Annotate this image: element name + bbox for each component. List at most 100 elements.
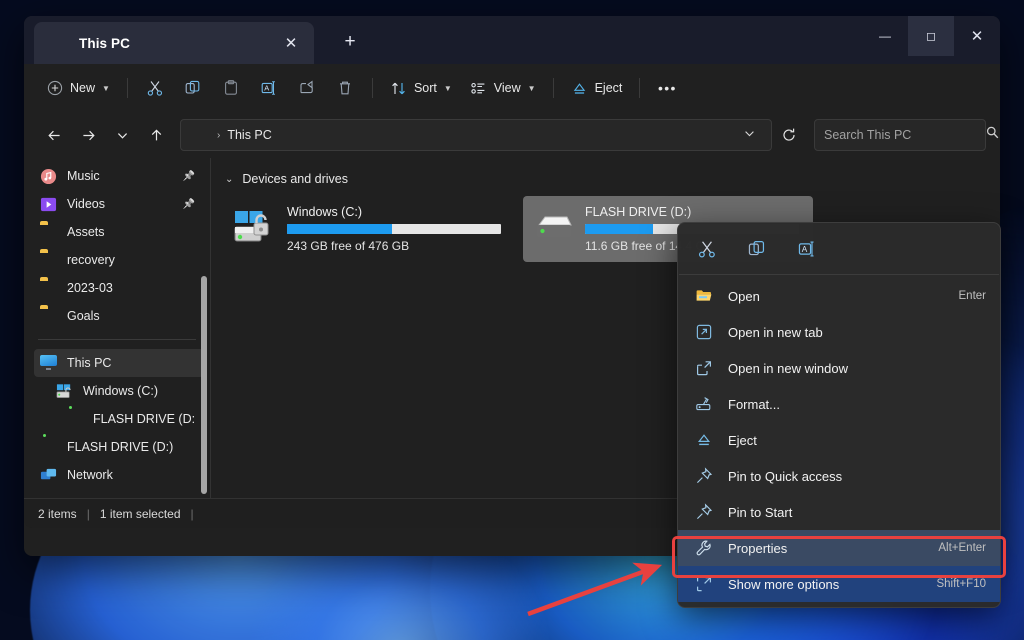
view-list-icon (470, 80, 487, 97)
context-menu-item-properties[interactable]: PropertiesAlt+Enter (678, 530, 1000, 566)
share-button[interactable] (288, 72, 326, 104)
rename-button[interactable]: A (250, 72, 288, 104)
sidebar-item-2023-03[interactable]: 2023-03 (34, 274, 204, 302)
context-menu-item-open-in-new-tab[interactable]: Open in new tab (678, 314, 1000, 350)
sidebar-item-label: Windows (C:) (83, 384, 158, 398)
refresh-button[interactable] (774, 119, 804, 151)
folder-icon (40, 252, 58, 268)
sort-arrows-icon (390, 80, 407, 97)
sidebar-item-videos[interactable]: Videos📌 (34, 190, 204, 218)
drive-tile[interactable]: Windows (C:)243 GB free of 476 GB (225, 196, 515, 262)
sidebar-item-windows-c[interactable]: Windows (C:) (34, 377, 204, 405)
copy-button[interactable] (174, 72, 212, 104)
toolbar-divider (553, 78, 554, 98)
drive-icon (531, 209, 575, 249)
status-separator: | (87, 507, 90, 521)
drive-capacity-label: 243 GB free of 476 GB (287, 239, 507, 253)
eject-button[interactable]: Eject (562, 72, 632, 104)
chevron-down-icon: ▼ (102, 84, 110, 93)
sidebar-item-flash-drive-d[interactable]: FLASH DRIVE (D:) (34, 433, 204, 461)
svg-text:A: A (802, 245, 808, 254)
chevron-down-icon[interactable] (734, 127, 765, 143)
forward-button[interactable] (72, 119, 104, 151)
sidebar-item-label: FLASH DRIVE (D: (93, 412, 195, 426)
sidebar-item-flash-drive-d[interactable]: FLASH DRIVE (D: (34, 405, 204, 433)
breadcrumb-this-pc[interactable]: This PC (227, 128, 271, 142)
paste-button[interactable] (212, 72, 250, 104)
new-tab-icon (694, 322, 714, 342)
context-menu-item-show-more-options[interactable]: Show more optionsShift+F10 (678, 566, 1000, 602)
eject-label: Eject (595, 81, 623, 95)
sort-label: Sort (414, 81, 437, 95)
tab-this-pc[interactable]: This PC ✕ (34, 22, 314, 64)
rename-icon[interactable]: A (794, 236, 820, 262)
selection-label: 1 item selected (100, 507, 181, 521)
delete-button[interactable] (326, 72, 364, 104)
cut-button[interactable] (136, 72, 174, 104)
back-button[interactable] (38, 119, 70, 151)
recent-locations-button[interactable] (106, 119, 138, 151)
view-label: View (494, 81, 521, 95)
close-window-button[interactable]: ✕ (954, 16, 1000, 56)
context-menu-item-pin-to-quick-access[interactable]: Pin to Quick access (678, 458, 1000, 494)
context-menu-item-label: Open in new window (728, 361, 972, 376)
pin-icon[interactable]: 📌 (183, 171, 195, 182)
search-icon[interactable] (985, 125, 1000, 145)
capacity-bar (287, 224, 501, 234)
sidebar-item-label: 2023-03 (67, 281, 113, 295)
context-menu-item-pin-to-start[interactable]: Pin to Start (678, 494, 1000, 530)
context-menu-item-shortcut: Alt+Enter (938, 542, 986, 554)
sidebar-item-recovery[interactable]: recovery (34, 246, 204, 274)
more-options-button[interactable]: ••• (648, 72, 686, 104)
chevron-down-icon: ▼ (444, 84, 452, 93)
folder-open-icon (694, 286, 714, 306)
network-icon (40, 467, 58, 483)
context-menu-item-format[interactable]: Format... (678, 386, 1000, 422)
sidebar-item-label: This PC (67, 356, 111, 370)
toolbar-divider (127, 78, 128, 98)
pin-icon[interactable]: 📌 (183, 199, 195, 210)
monitor-icon (192, 128, 209, 143)
search-box[interactable] (814, 119, 986, 151)
group-header-devices-and-drives[interactable]: ⌄ Devices and drives (225, 172, 1000, 186)
up-button[interactable] (140, 119, 172, 151)
breadcrumb[interactable]: › This PC (180, 119, 772, 151)
sort-button[interactable]: Sort ▼ (381, 72, 461, 104)
wrench-icon (694, 538, 714, 558)
new-tab-button[interactable]: + (336, 29, 364, 55)
maximize-button[interactable]: ◻ (908, 16, 954, 56)
new-button[interactable]: New ▼ (38, 72, 119, 104)
context-menu-item-open-in-new-window[interactable]: Open in new window (678, 350, 1000, 386)
capacity-bar-fill (585, 224, 653, 234)
format-disk-icon (694, 394, 714, 414)
sidebar-item-music[interactable]: Music📌 (34, 162, 204, 190)
tab-label: This PC (79, 36, 278, 51)
sidebar-item-label: Assets (67, 225, 105, 239)
sidebar-item-this-pc[interactable]: This PC (34, 349, 204, 377)
context-menu-item-label: Format... (728, 397, 972, 412)
close-tab-icon[interactable]: ✕ (278, 30, 304, 56)
command-bar: New ▼ A (24, 64, 1000, 112)
context-menu-item-eject[interactable]: Eject (678, 422, 1000, 458)
group-header-label: Devices and drives (242, 172, 348, 186)
status-separator: | (191, 507, 194, 521)
search-input[interactable] (824, 128, 985, 142)
context-menu-item-label: Pin to Quick access (728, 469, 972, 484)
music-icon (40, 168, 58, 184)
pin-icon (694, 502, 714, 522)
context-menu-quick-actions: A (678, 227, 1000, 271)
copy-icon[interactable] (744, 236, 770, 262)
new-window-icon (694, 358, 714, 378)
context-menu-item-open[interactable]: OpenEnter (678, 278, 1000, 314)
view-button[interactable]: View ▼ (461, 72, 545, 104)
sidebar-item-network[interactable]: Network (34, 461, 204, 489)
sidebar-scrollbar-thumb[interactable] (201, 276, 207, 494)
chevron-down-icon[interactable]: ⌄ (225, 174, 233, 185)
cut-icon[interactable] (694, 236, 720, 262)
rename-icon: A (260, 79, 278, 97)
sidebar-item-goals[interactable]: Goals (34, 302, 204, 330)
context-menu-item-label: Eject (728, 433, 972, 448)
minimize-button[interactable]: — (862, 16, 908, 56)
sidebar-item-label: Network (67, 468, 113, 482)
sidebar-item-assets[interactable]: Assets (34, 218, 204, 246)
